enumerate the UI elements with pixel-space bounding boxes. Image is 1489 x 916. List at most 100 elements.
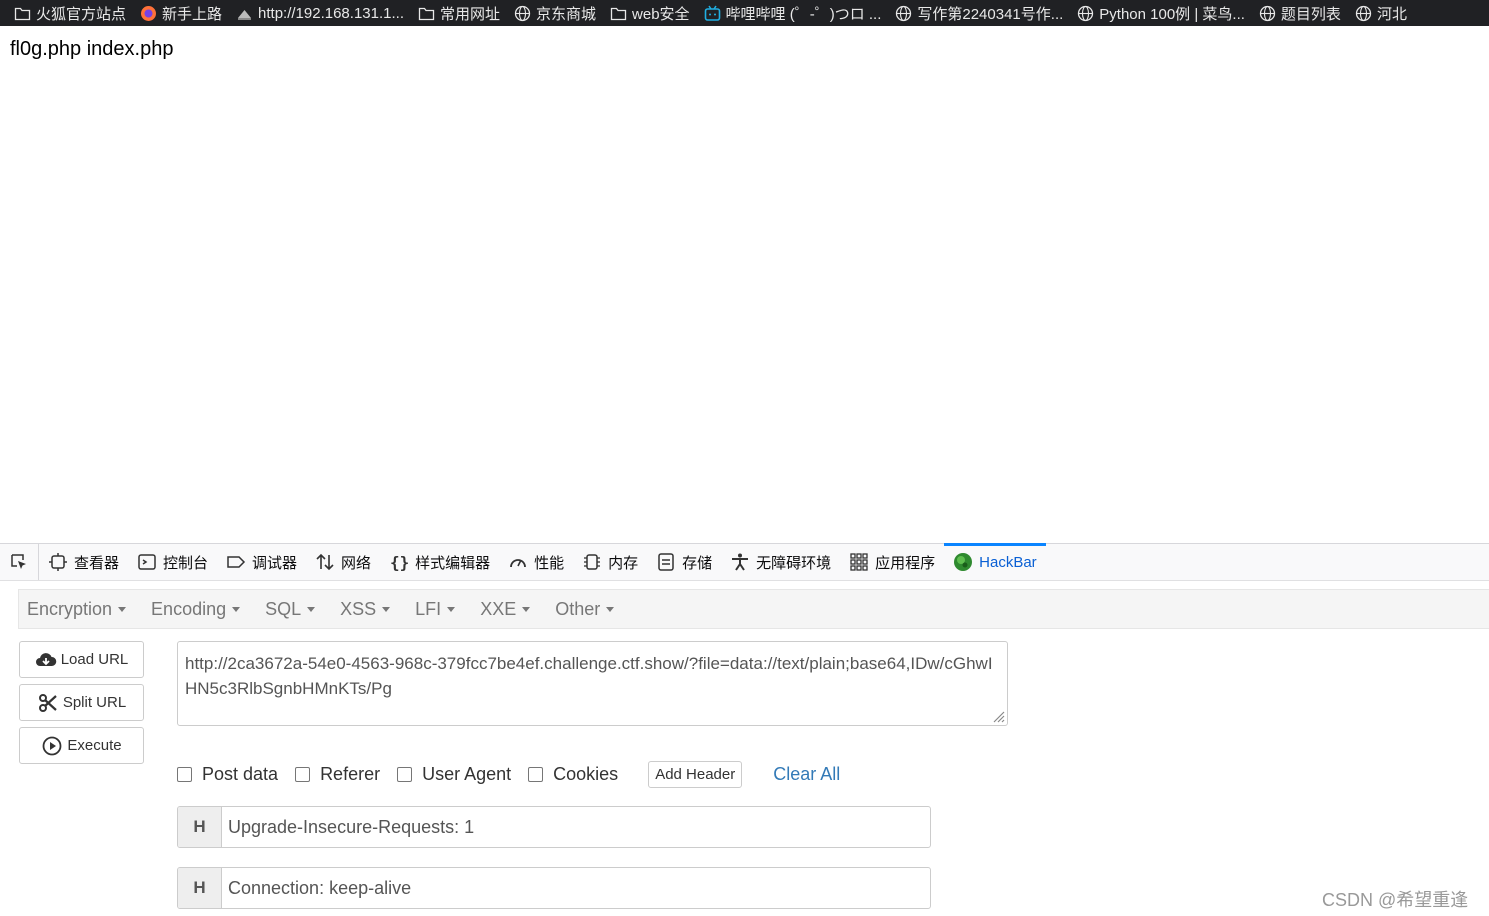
scissors-icon xyxy=(37,693,59,713)
url-textarea[interactable]: http://2ca3672a-54e0-4563-968c-379fcc7be… xyxy=(177,641,1008,726)
debugger-icon xyxy=(226,552,246,572)
header-row: H Upgrade-Insecure-Requests: 1 xyxy=(177,806,931,848)
folder-icon xyxy=(610,5,627,22)
caret-down-icon xyxy=(447,606,456,612)
inspector-icon xyxy=(48,552,68,572)
menu-xss[interactable]: XSS xyxy=(340,599,391,620)
checkbox-box[interactable] xyxy=(528,766,544,782)
tab-label: 控制台 xyxy=(163,554,209,572)
user-agent-checkbox[interactable]: User Agent xyxy=(397,764,511,785)
bookmark-item[interactable]: 常用网址 xyxy=(418,3,500,24)
bookmark-label: Python 100例 | 菜鸟... xyxy=(1099,5,1245,23)
bookmark-label: 京东商城 xyxy=(536,5,597,23)
tab-label: 调试器 xyxy=(252,554,298,572)
storage-icon xyxy=(656,552,676,572)
tab-label: HackBar xyxy=(979,553,1037,571)
cookies-checkbox[interactable]: Cookies xyxy=(528,764,618,785)
header-key-label: H xyxy=(178,807,222,847)
caret-down-icon xyxy=(522,606,531,612)
caret-down-icon xyxy=(118,606,127,612)
firefox-icon xyxy=(140,5,157,22)
globe-icon xyxy=(1077,5,1094,22)
devtools-panel: 查看器 控制台 调试器 网络 {} 样式编辑器 性能 内存 存储 无障碍环境 应… xyxy=(0,543,1489,916)
referer-checkbox[interactable]: Referer xyxy=(295,764,380,785)
header-key-label: H xyxy=(178,868,222,908)
bilibili-icon xyxy=(704,5,721,22)
caret-down-icon xyxy=(606,606,615,612)
add-header-button[interactable]: Add Header xyxy=(648,760,743,788)
memory-icon xyxy=(582,552,602,572)
tab-hackbar[interactable]: HackBar xyxy=(944,543,1046,580)
bookmark-item[interactable]: Python 100例 | 菜鸟... xyxy=(1077,3,1245,24)
bookmark-label: 常用网址 xyxy=(439,5,500,23)
hackbar-menu: Encryption Encoding SQL XSS LFI XXE Othe… xyxy=(18,589,1489,629)
tab-accessibility[interactable]: 无障碍环境 xyxy=(721,544,840,580)
header-value-input[interactable]: Connection: keep-alive xyxy=(222,868,930,908)
options-row: Post data Referer User Agent Cookies Add… xyxy=(177,759,840,789)
tab-console[interactable]: 控制台 xyxy=(128,544,217,580)
bookmark-label: 新手上路 xyxy=(162,5,223,23)
svg-text:{}: {} xyxy=(390,553,409,572)
globe-icon xyxy=(895,5,912,22)
resize-grip-icon[interactable] xyxy=(991,709,1005,723)
tab-style-editor[interactable]: {} 样式编辑器 xyxy=(380,544,499,580)
element-picker-button[interactable] xyxy=(0,544,39,580)
bookmark-label: web安全 xyxy=(632,5,690,23)
menu-encryption[interactable]: Encryption xyxy=(27,599,127,620)
tab-memory[interactable]: 内存 xyxy=(573,544,647,580)
checkbox-box[interactable] xyxy=(177,766,192,782)
folder-icon xyxy=(14,5,31,22)
tab-label: 无障碍环境 xyxy=(756,554,832,572)
tab-label: 网络 xyxy=(341,554,372,572)
network-icon xyxy=(315,552,335,572)
tab-inspector[interactable]: 查看器 xyxy=(39,544,128,580)
menu-lfi[interactable]: LFI xyxy=(415,599,456,620)
load-url-button[interactable]: Load URL xyxy=(19,641,144,678)
caret-down-icon xyxy=(382,606,391,612)
header-value-input[interactable]: Upgrade-Insecure-Requests: 1 xyxy=(222,807,930,847)
tab-label: 查看器 xyxy=(74,554,120,572)
bookmark-label: 哔哩哔哩 (゜-゜)つロ ... xyxy=(725,5,882,23)
execute-button[interactable]: Execute xyxy=(19,727,144,764)
globe-icon xyxy=(1259,5,1276,22)
tab-label: 内存 xyxy=(608,554,639,572)
url-text: http://2ca3672a-54e0-4563-968c-379fcc7be… xyxy=(185,654,993,698)
application-icon xyxy=(849,552,869,572)
bookmark-item[interactable]: 京东商城 xyxy=(514,3,596,24)
site-icon xyxy=(236,5,253,22)
globe-icon xyxy=(514,5,531,22)
header-row: H Connection: keep-alive xyxy=(177,867,931,909)
tab-debugger[interactable]: 调试器 xyxy=(217,544,306,580)
tab-performance[interactable]: 性能 xyxy=(499,544,573,580)
bookmarks-toolbar: 火狐官方站点 新手上路 http://192.168.131.1... 常用网址… xyxy=(0,0,1489,26)
bookmark-label: 河北 xyxy=(1376,5,1407,23)
hackbar-icon xyxy=(953,552,973,572)
bookmark-item[interactable]: 新手上路 xyxy=(140,3,222,24)
style-editor-icon: {} xyxy=(389,552,409,572)
menu-sql[interactable]: SQL xyxy=(265,599,316,620)
performance-icon xyxy=(508,552,528,572)
split-url-button[interactable]: Split URL xyxy=(19,684,144,721)
menu-xxe[interactable]: XXE xyxy=(480,599,531,620)
checkbox-box[interactable] xyxy=(295,766,311,782)
menu-encoding[interactable]: Encoding xyxy=(151,599,241,620)
bookmark-item[interactable]: 火狐官方站点 xyxy=(14,3,126,24)
bookmark-item[interactable]: 河北 xyxy=(1355,3,1407,24)
bookmark-item[interactable]: 题目列表 xyxy=(1259,3,1341,24)
menu-other[interactable]: Other xyxy=(555,599,615,620)
page-output-text: fl0g.php index.php xyxy=(10,38,174,60)
bookmark-item[interactable]: web安全 xyxy=(610,3,690,24)
bookmark-item[interactable]: 写作第2240341号作... xyxy=(895,3,1063,24)
tab-storage[interactable]: 存储 xyxy=(647,544,721,580)
post-data-checkbox[interactable]: Post data xyxy=(177,764,278,785)
element-picker-icon xyxy=(11,554,26,569)
bookmark-item[interactable]: 哔哩哔哩 (゜-゜)つロ ... xyxy=(704,3,882,24)
bookmark-item[interactable]: http://192.168.131.1... xyxy=(236,5,404,22)
clear-all-link[interactable]: Clear All xyxy=(773,764,840,785)
checkbox-box[interactable] xyxy=(397,766,413,782)
tab-application[interactable]: 应用程序 xyxy=(840,544,944,580)
tab-network[interactable]: 网络 xyxy=(306,544,380,580)
bookmark-label: 火狐官方站点 xyxy=(36,5,127,23)
watermark-text: CSDN @希望重逢 xyxy=(1322,890,1469,910)
caret-down-icon xyxy=(232,606,241,612)
